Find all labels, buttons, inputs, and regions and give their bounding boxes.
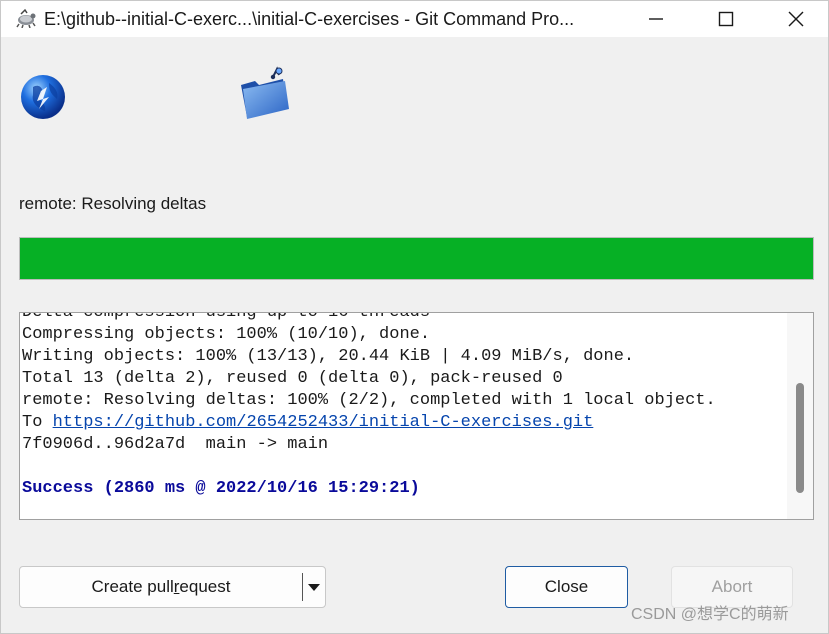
success-message: Success (2860 ms @ 2022/10/16 15:29:21) bbox=[22, 479, 420, 498]
log-scrollbar-thumb[interactable] bbox=[796, 383, 804, 493]
log-line: Total 13 (delta 2), reused 0 (delta 0), … bbox=[22, 369, 563, 388]
remote-url-link[interactable]: https://github.com/2654252433/initial-C-… bbox=[53, 413, 594, 432]
maximize-button[interactable] bbox=[691, 1, 761, 37]
log-line: Compressing objects: 100% (10/10), done. bbox=[22, 325, 431, 344]
log-line-to: To https://github.com/2654252433/initial… bbox=[22, 412, 787, 434]
log-line: remote: Resolving deltas: 100% (2/2), co… bbox=[22, 391, 716, 410]
progress-bar bbox=[19, 237, 814, 280]
dialog-content: remote: Resolving deltas Delta compressi… bbox=[1, 37, 828, 633]
title-bar[interactable]: E:\github--initial-C-exerc...\initial-C-… bbox=[1, 1, 828, 37]
output-log[interactable]: Delta compression using up to 16 threads… bbox=[19, 312, 814, 520]
maximize-icon bbox=[718, 11, 734, 27]
close-button[interactable]: Close bbox=[505, 566, 628, 608]
create-pull-request-split-button[interactable]: Create pull r equest bbox=[19, 566, 326, 608]
abort-button[interactable]: Abort bbox=[671, 566, 793, 608]
close-window-button[interactable] bbox=[761, 1, 829, 37]
log-text: Delta compression using up to 16 threads… bbox=[22, 312, 787, 500]
chevron-down-icon bbox=[308, 584, 320, 591]
log-line: Delta compression using up to 16 threads bbox=[22, 312, 431, 322]
dropdown-arrow-button[interactable] bbox=[303, 567, 325, 607]
minimize-icon bbox=[649, 18, 663, 20]
log-line: Writing objects: 100% (13/13), 20.44 KiB… bbox=[22, 347, 635, 366]
status-label: remote: Resolving deltas bbox=[19, 194, 207, 213]
minimize-button[interactable] bbox=[621, 1, 691, 37]
folder-icon bbox=[241, 66, 289, 119]
create-pull-request-button[interactable]: Create pull r equest bbox=[20, 567, 302, 607]
log-to-prefix: To bbox=[22, 413, 53, 432]
log-line-blank bbox=[22, 456, 787, 478]
create-pull-request-label-pre: Create pull bbox=[91, 577, 174, 596]
tortoise-git-icon bbox=[16, 8, 36, 28]
window-title: E:\github--initial-C-exerc...\initial-C-… bbox=[44, 9, 575, 29]
progress-bar-fill bbox=[20, 238, 813, 279]
close-icon bbox=[788, 11, 804, 27]
watermark: CSDN @想学C的萌新 bbox=[631, 606, 789, 623]
log-scrollbar[interactable] bbox=[787, 313, 813, 519]
git-command-progress-window: E:\github--initial-C-exerc...\initial-C-… bbox=[0, 0, 829, 634]
globe-icon bbox=[21, 75, 65, 119]
log-line: 7f0906d..96d2a7d main -> main bbox=[22, 435, 329, 454]
create-pull-request-label-post: equest bbox=[179, 577, 231, 596]
